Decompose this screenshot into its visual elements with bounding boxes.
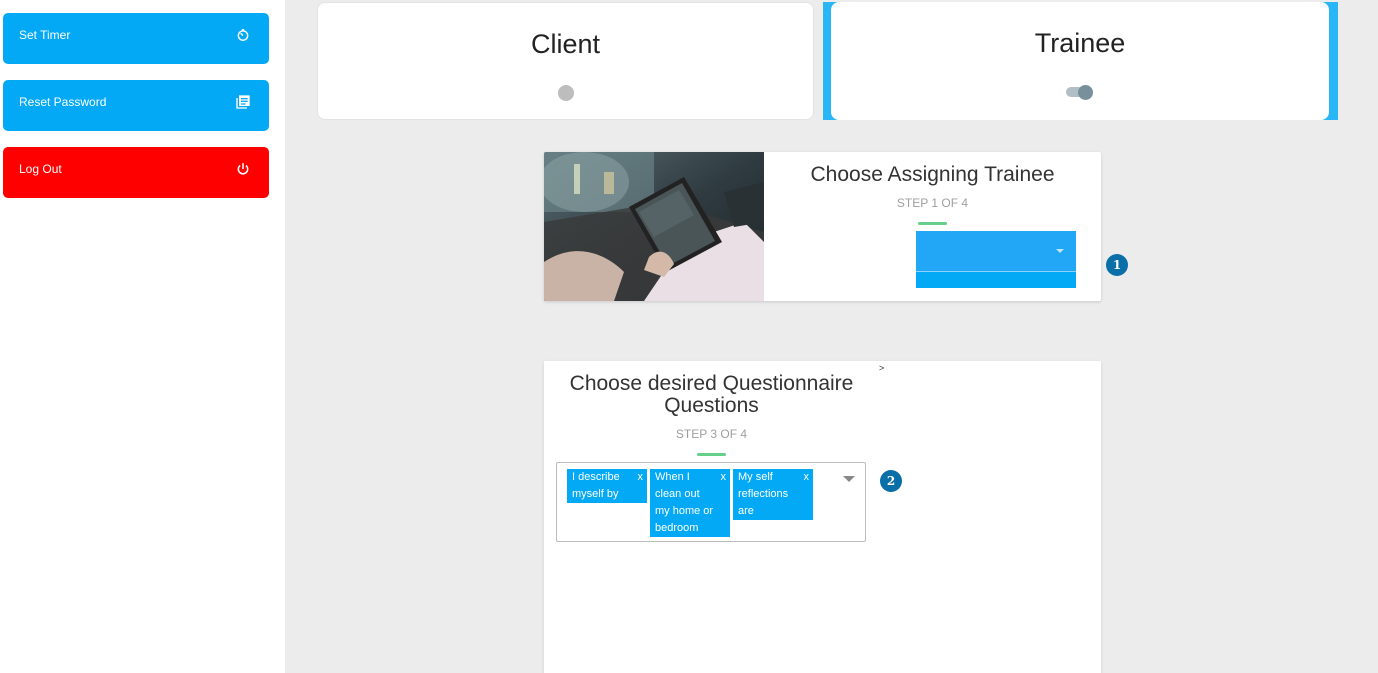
remove-chip-icon[interactable]: x bbox=[638, 469, 644, 486]
client-option-card[interactable]: Client bbox=[317, 2, 814, 120]
power-icon bbox=[235, 161, 251, 177]
timer-icon bbox=[235, 27, 251, 43]
question-chip-label: I describe myself by bbox=[572, 471, 620, 500]
stray-arrow-text: > bbox=[879, 363, 885, 373]
questions-multiselect[interactable]: I describe myself by x When I clean out … bbox=[556, 462, 866, 542]
set-timer-label: Set Timer bbox=[19, 27, 71, 42]
trainee-option-card[interactable]: Trainee bbox=[831, 2, 1329, 120]
remove-chip-icon[interactable]: x bbox=[721, 469, 727, 486]
question-chip-label: My self reflections are bbox=[738, 471, 789, 517]
trainee-title: Trainee bbox=[1034, 28, 1126, 58]
trainee-toggle[interactable] bbox=[1066, 85, 1094, 100]
toggle-thumb bbox=[1078, 85, 1093, 100]
question-chip-label: When I clean out my home or bedroom bbox=[655, 471, 714, 534]
library-books-icon bbox=[235, 94, 251, 110]
trainee-select-field[interactable] bbox=[916, 231, 1076, 272]
question-chip: When I clean out my home or bedroom x bbox=[650, 469, 730, 537]
step3-step-label: STEP 3 OF 4 bbox=[675, 427, 748, 441]
step1-title: Choose Assigning Trainee bbox=[810, 163, 1055, 186]
trainee-select[interactable] bbox=[916, 231, 1076, 288]
sidebar: Set Timer Reset Password Log Out bbox=[0, 0, 285, 673]
set-timer-button[interactable]: Set Timer bbox=[3, 13, 269, 64]
step1-card: Choose Assigning Trainee STEP 1 OF 4 bbox=[544, 152, 1101, 301]
question-chip: My self reflections are x bbox=[733, 469, 813, 520]
step3-title-line1: Choose desired Questionnaire bbox=[569, 372, 854, 395]
step3-card: > Choose desired Questionnaire Questions… bbox=[544, 361, 1101, 673]
step3-title-line2: Questions bbox=[664, 394, 759, 417]
step3-number-badge: 2 bbox=[880, 470, 902, 492]
log-out-button[interactable]: Log Out bbox=[3, 147, 269, 198]
client-radio[interactable] bbox=[557, 85, 574, 101]
client-title: Client bbox=[530, 29, 601, 59]
trainee-option-selected-border: Trainee bbox=[823, 2, 1338, 120]
step1-step-label: STEP 1 OF 4 bbox=[896, 196, 969, 210]
question-chip: I describe myself by x bbox=[567, 469, 647, 503]
step1-accent-bar bbox=[918, 222, 947, 225]
tablet-photo bbox=[544, 152, 764, 301]
step3-accent-bar bbox=[697, 453, 726, 456]
step1-number-badge: 1 bbox=[1106, 254, 1128, 276]
reset-password-label: Reset Password bbox=[19, 94, 107, 109]
log-out-label: Log Out bbox=[19, 161, 62, 176]
reset-password-button[interactable]: Reset Password bbox=[3, 80, 269, 131]
step3-title: Choose desired Questionnaire Questions bbox=[544, 373, 879, 417]
remove-chip-icon[interactable]: x bbox=[804, 469, 810, 486]
chevron-down-icon[interactable] bbox=[843, 476, 855, 482]
chevron-down-icon[interactable] bbox=[1056, 249, 1064, 253]
